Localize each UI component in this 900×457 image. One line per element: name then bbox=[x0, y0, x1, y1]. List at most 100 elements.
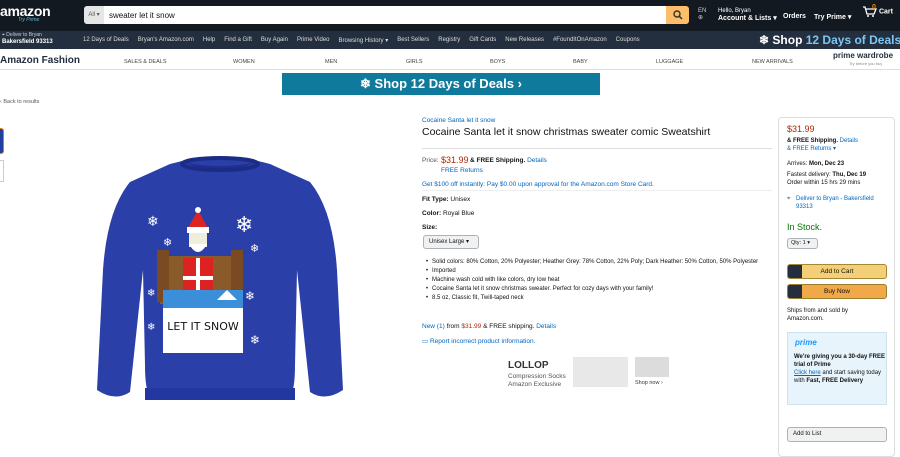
ad-tagline[interactable]: Compression Socks Amazon Exclusive bbox=[508, 373, 566, 389]
ad-shop-now-link[interactable]: Shop now › bbox=[635, 380, 663, 386]
report-incorrect-info-link[interactable]: Report incorrect product information. bbox=[430, 338, 536, 345]
fashion-nav-women[interactable]: WOMEN bbox=[233, 59, 255, 65]
deliver-to-location[interactable]: ⌖ Deliver to Bryan Bakersfield 93313 bbox=[2, 32, 53, 46]
fashion-nav-luggage[interactable]: LUGGAGE bbox=[656, 59, 683, 65]
buybox-details-link[interactable]: Details bbox=[840, 138, 858, 144]
list-item: Solid colors: 80% Cotton, 20% Polyester;… bbox=[426, 258, 771, 267]
snowflake-icon: ❄ bbox=[759, 33, 770, 47]
subnav-item-find-gift[interactable]: Find a Gift bbox=[224, 37, 252, 44]
prime-logo: prime bbox=[795, 338, 817, 347]
size-dropdown[interactable]: Unisex Large ▾ bbox=[423, 235, 479, 249]
buy-now-label: Buy Now bbox=[823, 288, 850, 295]
svg-text:❄: ❄ bbox=[250, 333, 260, 347]
prime-wardrobe-logo[interactable]: prime wardrobe bbox=[833, 52, 893, 60]
arrives-label: Arrives: bbox=[787, 161, 808, 167]
search-input[interactable] bbox=[104, 6, 666, 24]
stock-status: In Stock. bbox=[787, 222, 823, 232]
fashion-nav-boys[interactable]: BOYS bbox=[490, 59, 505, 65]
ad-brand[interactable]: LOLLOP bbox=[508, 360, 549, 371]
sweatshirt-illustration: ❄ ❄ ❄ ❄ ❄ ❄ ❄ ❄ LET IT SNOW bbox=[97, 156, 343, 400]
subnav-item-bryans-amazon[interactable]: Bryan's Amazon.com bbox=[138, 37, 194, 44]
list-item: Imported bbox=[426, 267, 771, 276]
search-button[interactable] bbox=[666, 6, 689, 24]
fashion-nav-new-arrivals[interactable]: NEW ARRIVALS bbox=[752, 59, 793, 65]
free-shipping-text: & FREE Shipping. bbox=[470, 157, 526, 164]
account-lists-label: Account & Lists bbox=[718, 15, 772, 22]
feature-bullets: Solid colors: 80% Cotton, 20% Polyester;… bbox=[426, 258, 771, 303]
fit-type: Fit Type: Unisex bbox=[422, 196, 470, 203]
new-offers-link[interactable]: New (1) bbox=[422, 323, 445, 330]
orders-link[interactable]: Orders bbox=[783, 13, 806, 20]
chevron-down-icon: ▾ bbox=[466, 239, 470, 245]
size-label: Size: bbox=[422, 224, 438, 231]
ad-product-image[interactable] bbox=[635, 357, 669, 377]
add-to-list-button[interactable]: Add to List bbox=[787, 427, 887, 442]
try-prime-logo-sub[interactable]: Try Prime bbox=[18, 17, 39, 23]
store-card-promo-link[interactable]: Get $100 off instantly: Pay $0.00 upon a… bbox=[422, 181, 654, 188]
subnav-item-best-sellers[interactable]: Best Sellers bbox=[397, 37, 429, 44]
svg-text:❄: ❄ bbox=[147, 214, 159, 230]
buybox-deliver-to-link[interactable]: ⌖ Deliver to Bryan - Bakersfield 93313 bbox=[787, 195, 887, 211]
svg-text:❄: ❄ bbox=[147, 288, 155, 299]
prime-click-here-link[interactable]: Click here bbox=[794, 370, 821, 376]
report-info: ▭ Report incorrect product information. bbox=[422, 337, 535, 345]
new-offers-shipping: & FREE shipping. bbox=[481, 323, 535, 330]
new-offers-price: $31.99 bbox=[461, 323, 482, 330]
buybox-free-shipping: & FREE Shipping. bbox=[787, 138, 838, 144]
quantity-dropdown[interactable]: Qty: 1 ▾ bbox=[787, 238, 818, 249]
cart-label: Cart bbox=[878, 8, 893, 16]
globe-icon: ⊕ bbox=[698, 15, 704, 21]
prime-wardrobe-tagline: Try before you buy bbox=[849, 61, 883, 66]
product-image[interactable]: ❄ ❄ ❄ ❄ ❄ ❄ ❄ ❄ LET IT SNOW bbox=[75, 120, 365, 415]
search-icon bbox=[672, 10, 683, 20]
subnav-item-browsing-history[interactable]: Browsing History ▾ bbox=[339, 37, 389, 44]
subnav-item-help[interactable]: Help bbox=[203, 37, 215, 44]
image-thumbnail-selected[interactable] bbox=[0, 128, 4, 154]
promo-highlight: 12 Days of Deals bbox=[805, 33, 900, 47]
arrival-date: Arrives: Mon, Dec 23 bbox=[787, 160, 844, 168]
svg-text:❄: ❄ bbox=[250, 242, 259, 255]
product-title: Cocaine Santa let it snow christmas swea… bbox=[422, 126, 711, 138]
fashion-nav-baby[interactable]: BABY bbox=[573, 59, 588, 65]
free-returns-link[interactable]: FREE Returns bbox=[441, 167, 483, 174]
fashion-nav-girls[interactable]: GIRLS bbox=[406, 59, 423, 65]
brand-link[interactable]: Cocaine Santa let it snow bbox=[422, 117, 495, 124]
svg-text:❄: ❄ bbox=[245, 289, 255, 303]
amazon-fashion-title[interactable]: Amazon Fashion bbox=[0, 55, 80, 66]
try-prime-menu[interactable]: Try Prime ▾ bbox=[814, 13, 851, 21]
ad-product-image[interactable] bbox=[573, 357, 628, 387]
fashion-nav-sales-deals[interactable]: SALES & DEALS bbox=[124, 59, 167, 65]
subnav-item-gift-cards[interactable]: Gift Cards bbox=[469, 37, 496, 44]
language-selector[interactable]: EN ⊕ bbox=[698, 8, 706, 22]
shipping-details-link[interactable]: Details bbox=[527, 157, 547, 164]
new-offers-details-link[interactable]: Details bbox=[536, 323, 556, 330]
search-category-dropdown[interactable]: All ▾ bbox=[84, 6, 104, 24]
subnav-item-found-it[interactable]: #FoundItOnAmazon bbox=[553, 37, 607, 44]
ships-from-text: Ships from and sold by bbox=[787, 308, 849, 314]
buybox-free-returns-link[interactable]: & FREE Returns ▾ bbox=[787, 146, 836, 152]
sweatshirt-print-text: LET IT SNOW bbox=[167, 320, 239, 333]
price-label: Price: bbox=[422, 157, 439, 164]
subnav-item-registry[interactable]: Registry bbox=[438, 37, 460, 44]
shop-12-days-banner[interactable]: ❄ Shop 12 Days of Deals › bbox=[282, 73, 600, 95]
account-menu[interactable]: Hello, Bryan Account & Lists ▾ bbox=[718, 7, 777, 23]
subnav-item-buy-again[interactable]: Buy Again bbox=[261, 37, 288, 44]
list-item: 8.5 oz, Classic fit, Twill-taped neck bbox=[426, 294, 771, 303]
subnav-item-prime-video[interactable]: Prime Video bbox=[297, 37, 330, 44]
fit-type-label: Fit Type: bbox=[422, 196, 449, 203]
divider bbox=[422, 148, 772, 149]
back-to-results-link[interactable]: ‹ Back to results bbox=[0, 99, 39, 105]
subnav-item-new-releases[interactable]: New Releases bbox=[505, 37, 544, 44]
subnav-item-12-days[interactable]: 12 Days of Deals bbox=[83, 37, 129, 44]
new-offers-text: from bbox=[444, 323, 462, 330]
color-selection: Color: Royal Blue bbox=[422, 210, 474, 217]
buy-now-button[interactable]: Buy Now bbox=[787, 284, 887, 299]
shop-12-days-promo[interactable]: ❄ Shop 12 Days of Deals bbox=[759, 33, 900, 47]
subnav-item-coupons[interactable]: Coupons bbox=[616, 37, 640, 44]
seller-info: Ships from and sold by Amazon.com. bbox=[787, 307, 848, 323]
svg-text:❄: ❄ bbox=[147, 322, 155, 333]
image-thumbnail[interactable] bbox=[0, 160, 4, 182]
fashion-nav-men[interactable]: MEN bbox=[325, 59, 337, 65]
add-to-cart-button[interactable]: Add to Cart bbox=[787, 264, 887, 279]
cart-button[interactable]: 0 Cart bbox=[862, 4, 893, 17]
